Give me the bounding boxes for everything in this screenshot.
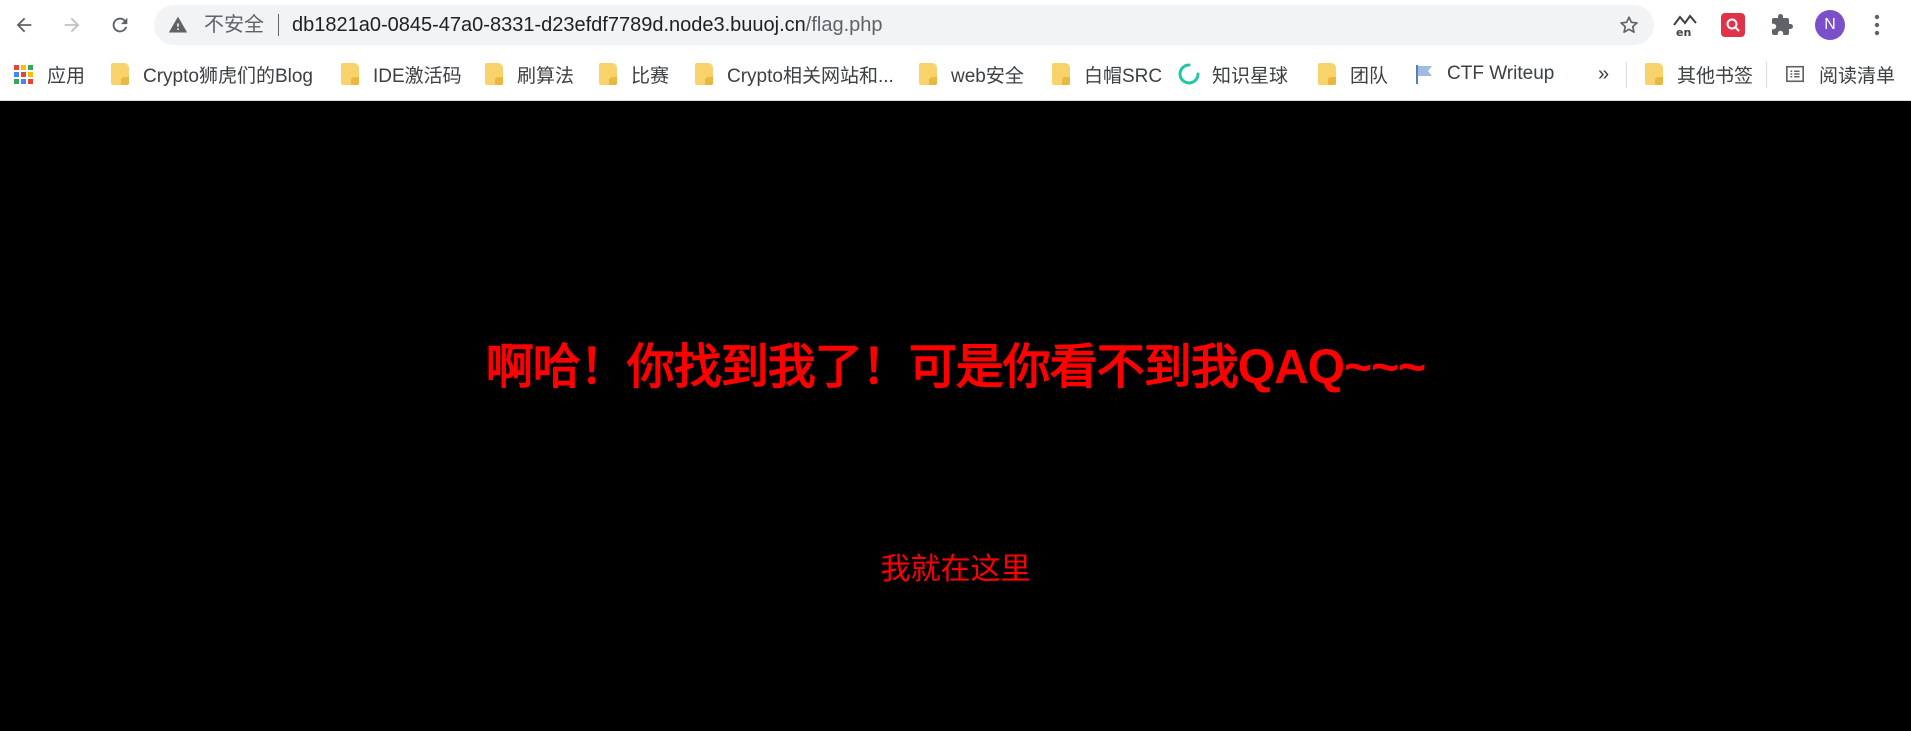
browser-menu-button[interactable] <box>1862 10 1892 40</box>
apps-grid-icon <box>14 64 33 84</box>
star-icon[interactable] <box>1618 14 1640 36</box>
bookmark-item[interactable]: 白帽SRC <box>1052 62 1163 87</box>
folder-icon <box>919 63 937 85</box>
translate-extension-button[interactable]: en <box>1670 10 1700 40</box>
more-vert-icon <box>1874 14 1880 36</box>
reading-list-icon <box>1786 65 1804 83</box>
reload-button[interactable] <box>104 9 136 41</box>
bookmark-item[interactable]: 刷算法 <box>485 62 575 87</box>
bookmark-item[interactable]: Crypto相关网站和... <box>695 62 894 87</box>
reading-list-button[interactable]: 阅读清单 <box>1785 62 1896 87</box>
bookmark-label: Crypto狮虎们的Blog <box>143 65 313 87</box>
refresh-circle-icon <box>1178 63 1200 85</box>
overflow-chevron-icon: » <box>1598 62 1610 85</box>
bookmark-label: 知识星球 <box>1212 65 1289 87</box>
omnibox-divider <box>278 14 279 36</box>
bookmark-label: IDE激活码 <box>373 65 462 87</box>
bookmarks-overflow-button[interactable]: » <box>1598 62 1609 86</box>
url-text[interactable]: db1821a0-0845-47a0-8331-d23efdf7789d.nod… <box>292 15 883 35</box>
folder-icon <box>485 63 503 85</box>
bookmark-item[interactable]: 知识星球 <box>1178 62 1289 87</box>
security-label[interactable]: 不安全 <box>204 15 264 35</box>
extensions-button[interactable] <box>1767 10 1797 40</box>
folder-icon <box>1645 63 1663 85</box>
bookmark-label: CTF Writeup <box>1447 63 1555 84</box>
url-path: /flag.php <box>805 14 883 36</box>
other-bookmarks-button[interactable]: 其他书签 <box>1645 62 1754 87</box>
warning-triangle-icon[interactable] <box>168 15 188 35</box>
bookmark-label: 其他书签 <box>1677 65 1754 87</box>
arrow-right-icon <box>64 17 80 33</box>
bookmarks-bar: 应用 Crypto狮虎们的Blog IDE激活码 刷算法 比赛 Crypto相关… <box>0 50 1911 101</box>
bookmark-item[interactable]: 比赛 <box>599 62 670 87</box>
search-ext-badge <box>1721 13 1745 37</box>
bookmark-apps[interactable]: 应用 <box>14 62 86 87</box>
browser-toolbar: 不安全 db1821a0-0845-47a0-8331-d23efdf7789d… <box>0 0 1911 50</box>
bookmark-label: Crypto相关网站和... <box>727 65 894 87</box>
folder-icon <box>111 63 129 85</box>
folder-icon <box>1052 63 1070 85</box>
bookmark-item[interactable]: 团队 <box>1318 62 1389 87</box>
flag-icon <box>1416 65 1432 84</box>
bookmark-label: 白帽SRC <box>1084 65 1163 87</box>
url-host: db1821a0-0845-47a0-8331-d23efdf7789d.nod… <box>292 14 806 36</box>
folder-icon <box>1318 63 1336 85</box>
bookmark-label: 团队 <box>1350 65 1389 87</box>
bookmark-label: web安全 <box>951 65 1024 87</box>
bookmark-item[interactable]: CTF Writeup <box>1413 62 1554 86</box>
arrow-left-icon <box>16 17 32 33</box>
translate-ext-label: en <box>1676 26 1691 39</box>
back-button[interactable] <box>8 9 40 41</box>
address-bar[interactable]: 不安全 db1821a0-0845-47a0-8331-d23efdf7789d… <box>154 5 1654 45</box>
bookmark-item[interactable]: IDE激活码 <box>341 62 462 87</box>
translate-icon: en <box>1673 14 1697 39</box>
bookmark-item[interactable]: Crypto狮虎们的Blog <box>111 62 313 87</box>
page-headline: 啊哈！你找到我了！可是你看不到我QAQ~~~ <box>485 341 1426 394</box>
folder-icon <box>341 63 359 85</box>
search-icon <box>1726 18 1740 32</box>
search-extension-button[interactable] <box>1718 10 1748 40</box>
bookmark-label: 阅读清单 <box>1819 65 1896 87</box>
puzzle-icon <box>1772 14 1793 35</box>
bookmark-label: 应用 <box>47 65 86 87</box>
bookmarks-divider <box>1626 62 1627 88</box>
forward-button[interactable] <box>56 9 88 41</box>
page-content: 啊哈！你找到我了！可是你看不到我QAQ~~~ 我就在这里 <box>0 102 1911 731</box>
folder-icon <box>695 63 713 85</box>
page-subline: 我就在这里 <box>880 553 1031 586</box>
bookmarks-divider <box>1766 62 1767 88</box>
bookmark-label: 比赛 <box>631 65 670 87</box>
folder-icon <box>599 63 617 85</box>
bookmark-item[interactable]: web安全 <box>919 62 1024 87</box>
reload-icon <box>112 17 128 33</box>
profile-avatar[interactable]: N <box>1815 10 1845 40</box>
bookmark-label: 刷算法 <box>517 65 575 87</box>
